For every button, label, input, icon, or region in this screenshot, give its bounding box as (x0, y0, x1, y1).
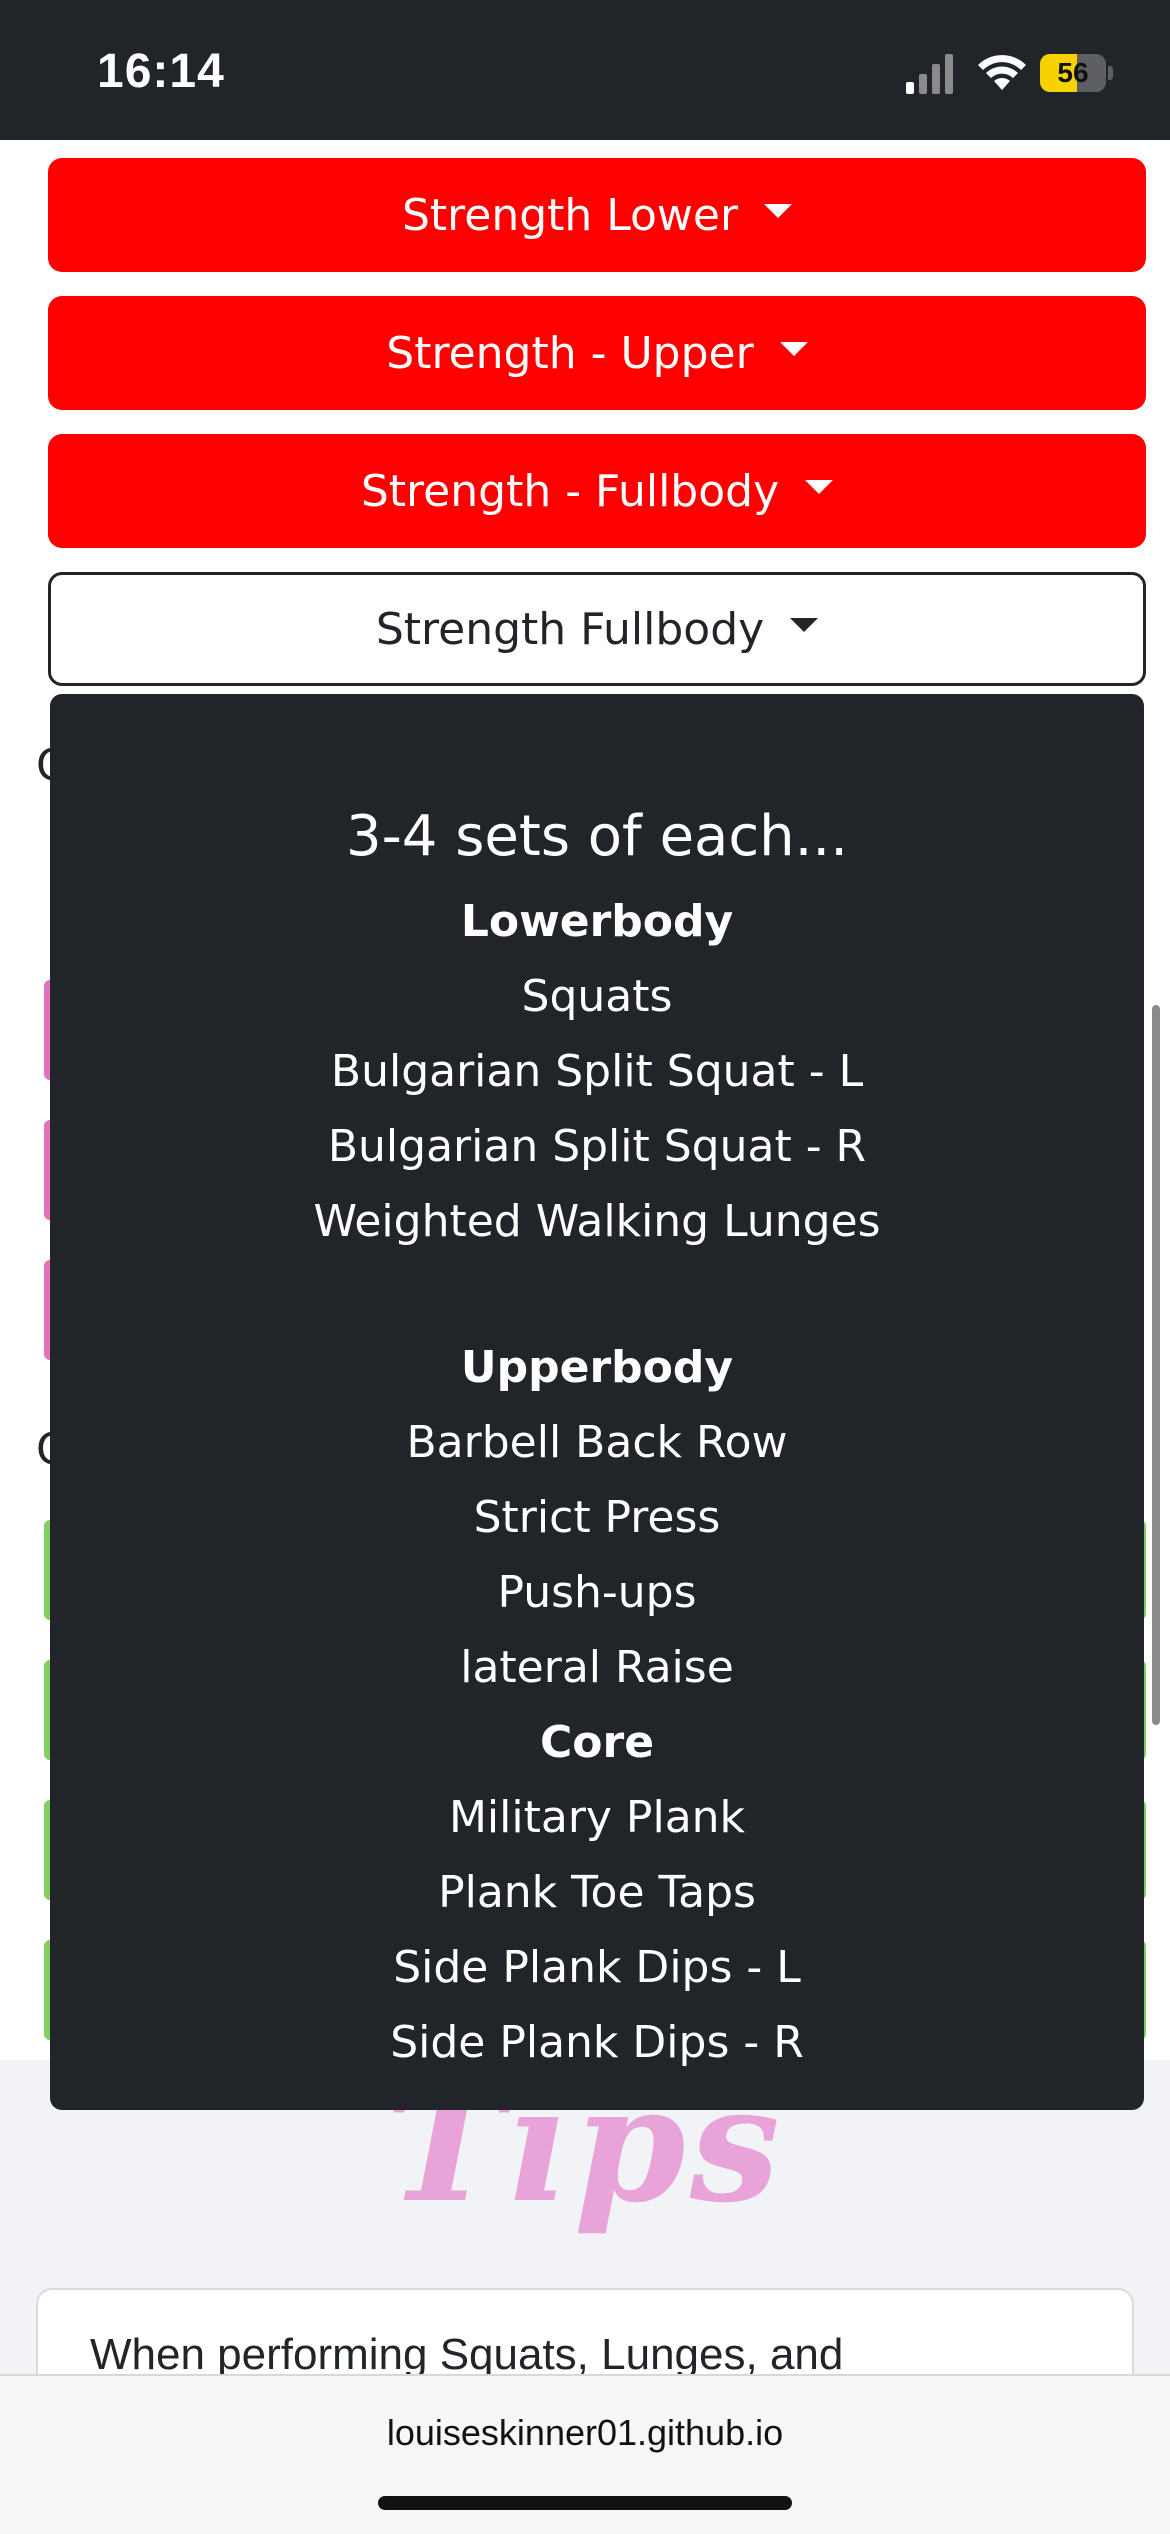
caret-down-icon (790, 618, 819, 632)
menu-item[interactable]: Plank Toe Taps (50, 1865, 1144, 1921)
caret-down-icon (779, 342, 808, 356)
dropdown-strength-upper[interactable]: Strength - Upper (48, 296, 1146, 410)
tips-text: When performing Squats, Lunges, and (90, 2330, 844, 2379)
menu-heading: 3-4 sets of each... (345, 804, 849, 869)
signal-icon (906, 54, 953, 94)
menu-group-lowerbody: Lowerbody (460, 896, 734, 947)
dropdown-strength-lower[interactable]: Strength Lower (48, 158, 1146, 272)
page-scrollbar[interactable] (1152, 1005, 1160, 1725)
menu-item[interactable]: Push-ups (50, 1565, 1144, 1621)
wifi-icon (978, 55, 1026, 90)
menu-item[interactable]: lateral Raise (50, 1640, 1144, 1696)
caret-down-icon (805, 480, 834, 494)
dropdown-strength-fullbody[interactable]: Strength - Fullbody (48, 434, 1146, 548)
battery-nub (1108, 66, 1113, 80)
menu-item[interactable]: Squats (50, 969, 1144, 1025)
dropdown-strength-fullbody-open[interactable]: Strength Fullbody (48, 572, 1146, 686)
menu-item[interactable]: Weighted Walking Lunges (50, 1194, 1144, 1250)
menu-item[interactable]: Barbell Back Row (50, 1415, 1144, 1471)
menu-item[interactable]: Bulgarian Split Squat - R (50, 1119, 1144, 1175)
caret-down-icon (764, 204, 793, 218)
dropdown-label: Strength Lower (401, 189, 739, 241)
dropdown-menu: 3-4 sets of each... Lowerbody Squats Bul… (50, 694, 1144, 2110)
menu-group-upperbody: Upperbody (460, 1342, 734, 1393)
battery-percentage: 56 (1057, 57, 1089, 88)
home-indicator[interactable] (378, 2496, 792, 2510)
dropdown-label: Strength - Fullbody (360, 465, 780, 517)
dropdown-label: Strength Fullbody (375, 603, 765, 655)
status-time: 16:14 (97, 45, 225, 98)
menu-item[interactable]: Bulgarian Split Squat - L (50, 1044, 1144, 1100)
menu-item[interactable]: Military Plank (50, 1790, 1144, 1846)
status-bar: 16:14 56 (0, 0, 1170, 140)
menu-item[interactable]: Strict Press (50, 1490, 1144, 1546)
browser-bottom-bar: louiseskinner01.github.io (0, 2374, 1170, 2534)
battery-icon: 56 (1040, 54, 1106, 92)
menu-group-core: Core (539, 1717, 655, 1768)
menu-item[interactable]: Side Plank Dips - R (50, 2015, 1144, 2071)
url-display[interactable]: louiseskinner01.github.io (0, 2412, 1170, 2454)
menu-item[interactable]: Side Plank Dips - L (50, 1940, 1144, 1996)
dropdown-label: Strength - Upper (386, 327, 754, 379)
